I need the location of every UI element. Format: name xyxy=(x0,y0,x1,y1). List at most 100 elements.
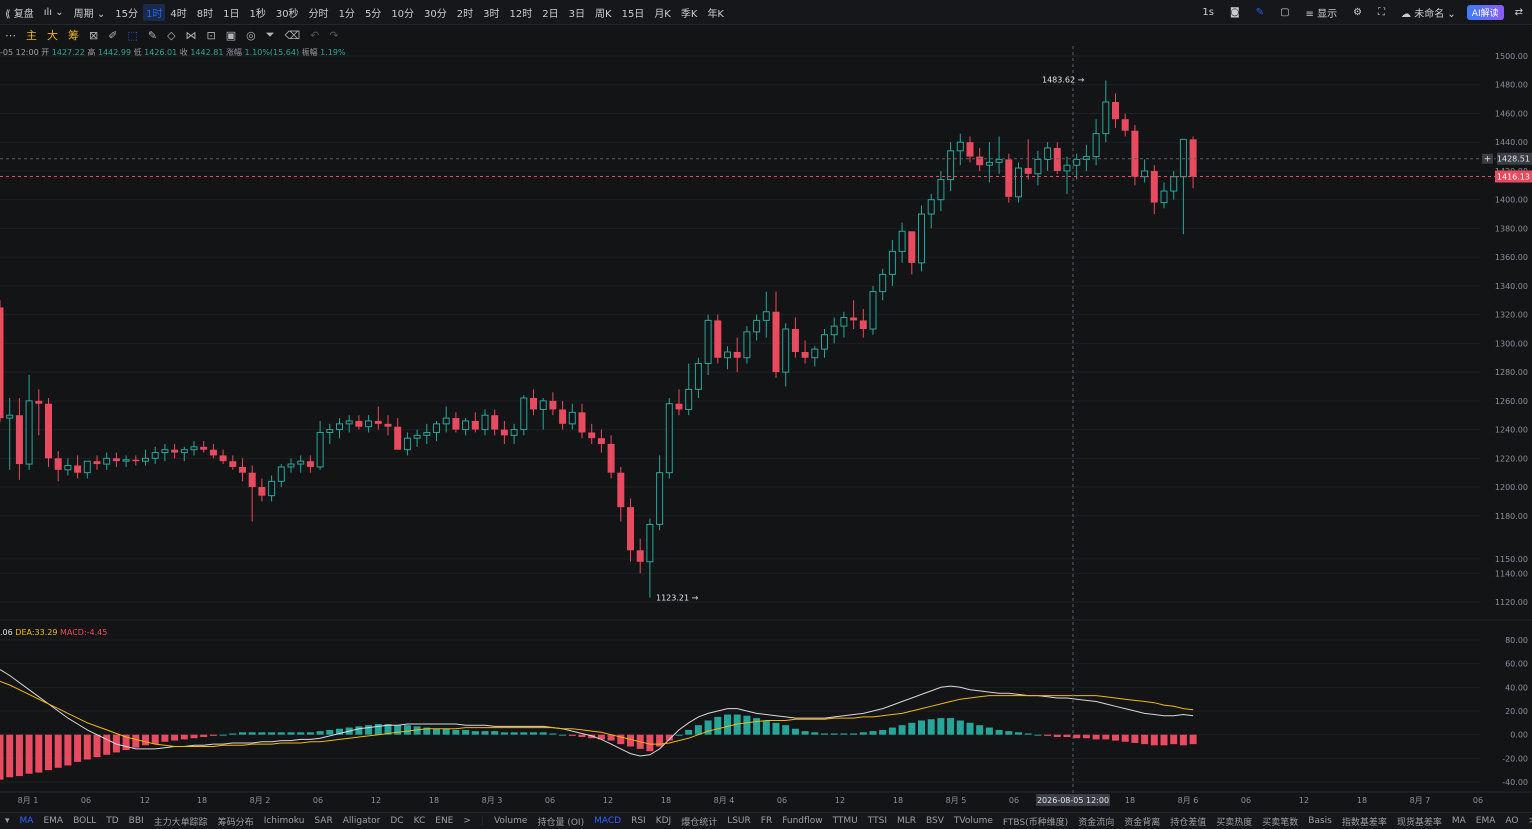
interval-9[interactable]: 5分 xyxy=(360,5,386,20)
main-indicator-2[interactable]: BOLL xyxy=(73,816,96,826)
edit-icon[interactable]: ⊠ xyxy=(89,29,98,42)
cursor-icon[interactable]: ⬚ xyxy=(127,29,137,42)
interval-20[interactable]: 季K xyxy=(676,5,703,20)
sub-indicator-21[interactable]: 指数基差率 xyxy=(1342,815,1387,828)
big-order-button[interactable]: 大 xyxy=(47,27,58,43)
main-indicator-9[interactable]: Alligator xyxy=(343,816,381,826)
more-icon[interactable]: ⋯ xyxy=(5,29,16,42)
interval-3[interactable]: 8时 xyxy=(192,5,218,20)
sub-indicator-5[interactable]: 爆仓统计 xyxy=(681,815,717,828)
main-indicator-13[interactable]: > xyxy=(463,816,471,826)
macd-bar xyxy=(336,729,343,735)
interval-19[interactable]: 月K xyxy=(649,5,676,20)
main-indicator-3[interactable]: TD xyxy=(106,816,118,826)
interval-1[interactable]: 1时 xyxy=(143,4,165,21)
sub-indicator-8[interactable]: Fundflow xyxy=(782,816,822,826)
interval-4[interactable]: 1日 xyxy=(218,5,244,20)
sub-indicator-15[interactable]: 资金流向 xyxy=(1078,815,1114,828)
interval-18[interactable]: 15日 xyxy=(617,5,650,20)
unnamed-layout-button[interactable]: ☁ 未命名 ⌄ xyxy=(1396,5,1461,20)
main-indicator-6[interactable]: 筹码分布 xyxy=(218,815,254,828)
trash-icon[interactable]: ⌫ xyxy=(285,29,301,42)
sub-indicator-6[interactable]: LSUR xyxy=(727,816,751,826)
settings-icon[interactable]: ⚙ xyxy=(1348,7,1367,18)
interval-15[interactable]: 2日 xyxy=(537,5,563,20)
main-indicator-7[interactable]: Ichimoku xyxy=(264,816,305,826)
interval-14[interactable]: 12时 xyxy=(505,5,538,20)
pattern-icon[interactable]: ⋈ xyxy=(186,29,197,42)
main-indicator-12[interactable]: ENE xyxy=(435,816,453,826)
interval-12[interactable]: 2时 xyxy=(452,5,478,20)
link-icon[interactable]: ⇄ xyxy=(1510,7,1528,18)
sub-indicator-20[interactable]: Basis xyxy=(1308,816,1332,826)
chip-button[interactable]: 筹 xyxy=(68,27,79,43)
sub-indicator-13[interactable]: TVolume xyxy=(954,816,993,826)
sub-indicator-7[interactable]: FR xyxy=(761,816,772,826)
ai-interpret-button[interactable]: AI解读 xyxy=(1467,5,1504,20)
sub-indicator-2[interactable]: MACD xyxy=(594,816,621,826)
sub-indicator-23[interactable]: MA xyxy=(1452,816,1466,826)
interval-5[interactable]: 1秒 xyxy=(244,5,270,20)
interval-13[interactable]: 3时 xyxy=(478,5,504,20)
sub-indicator-16[interactable]: 资金背离 xyxy=(1124,815,1160,828)
sub-indicator-17[interactable]: 持仓差值 xyxy=(1170,815,1206,828)
note-icon[interactable]: ▣ xyxy=(226,29,236,42)
interval-11[interactable]: 30分 xyxy=(419,5,452,20)
brush-icon[interactable]: ✐ xyxy=(108,29,117,42)
sub-indicator-18[interactable]: 买卖热度 xyxy=(1216,815,1252,828)
sub-indicator-26[interactable]: > xyxy=(1529,816,1532,826)
sub-indicator-14[interactable]: FTBS(币种维度) xyxy=(1003,815,1068,828)
undo-icon[interactable]: ↶ xyxy=(310,29,319,42)
kline-chart[interactable]: 1500.001480.001460.001440.001420.001400.… xyxy=(0,0,1532,810)
sub-indicator-22[interactable]: 现货基差率 xyxy=(1397,815,1442,828)
interval-0[interactable]: 15分 xyxy=(110,5,143,20)
replay-button[interactable]: ⟪ 复盘 xyxy=(0,5,39,20)
interval-16[interactable]: 3日 xyxy=(564,5,590,20)
layout-icon[interactable]: ▢ xyxy=(1275,7,1294,18)
lock-icon[interactable]: ⊡ xyxy=(207,29,216,42)
redo-icon[interactable]: ↷ xyxy=(329,29,338,42)
sub-indicator-25[interactable]: AO xyxy=(1505,816,1518,826)
display-button[interactable]: ≡ 显示 xyxy=(1301,5,1343,20)
price-tick: 1380.00 xyxy=(1495,224,1528,233)
sub-indicator-0[interactable]: Volume xyxy=(494,816,527,826)
sub-indicator-19[interactable]: 买卖笔数 xyxy=(1262,815,1298,828)
main-indicator-0[interactable]: MA xyxy=(20,816,34,826)
interval-10[interactable]: 10分 xyxy=(386,5,419,20)
interval-6[interactable]: 30秒 xyxy=(271,5,304,20)
chart-type-button[interactable]: ılı ⌄ xyxy=(39,7,69,18)
pen-icon[interactable]: ✎ xyxy=(1251,7,1269,18)
macd-bar xyxy=(385,724,392,735)
interval-7[interactable]: 分时 xyxy=(304,5,334,20)
magnet-icon[interactable]: ◎ xyxy=(246,29,256,42)
sub-indicator-9[interactable]: TTMU xyxy=(833,816,858,826)
fullscreen-icon[interactable]: ⛶ xyxy=(1373,7,1390,18)
collapse-icon[interactable]: ▾ xyxy=(5,816,10,826)
shape-icon[interactable]: ◇ xyxy=(167,29,175,42)
pencil-icon[interactable]: ✎ xyxy=(148,29,157,42)
sub-indicator-1[interactable]: 持仓量 (OI) xyxy=(537,815,584,828)
main-indicator-5[interactable]: 主力大单踪踪 xyxy=(154,815,208,828)
sub-indicator-11[interactable]: MLR xyxy=(897,816,916,826)
price-tick: 1500.00 xyxy=(1495,52,1528,61)
main-indicator-button[interactable]: 主 xyxy=(26,27,37,43)
interval-2[interactable]: 4时 xyxy=(165,5,191,20)
sub-indicator-10[interactable]: TTSI xyxy=(868,816,887,826)
sub-indicator-4[interactable]: KDJ xyxy=(656,816,672,826)
sub-indicator-12[interactable]: BSV xyxy=(926,816,944,826)
main-indicator-8[interactable]: SAR xyxy=(314,816,332,826)
main-indicator-11[interactable]: KC xyxy=(414,816,426,826)
sub-indicator-24[interactable]: EMA xyxy=(1476,816,1496,826)
right-interval-label[interactable]: 1s xyxy=(1197,7,1219,18)
interval-17[interactable]: 周K xyxy=(590,5,617,20)
interval-8[interactable]: 1分 xyxy=(334,5,360,20)
main-indicator-10[interactable]: DC xyxy=(390,816,403,826)
macd-bar xyxy=(879,730,886,735)
main-indicator-4[interactable]: BBI xyxy=(129,816,144,826)
main-indicator-1[interactable]: EMA xyxy=(43,816,63,826)
interval-21[interactable]: 年K xyxy=(702,5,729,20)
sub-indicator-3[interactable]: RSI xyxy=(631,816,646,826)
period-dropdown[interactable]: 周期 ⌄ xyxy=(69,5,111,20)
camera-icon[interactable]: ◙ xyxy=(1225,7,1245,18)
filter-icon[interactable]: ⏷ xyxy=(266,28,275,42)
